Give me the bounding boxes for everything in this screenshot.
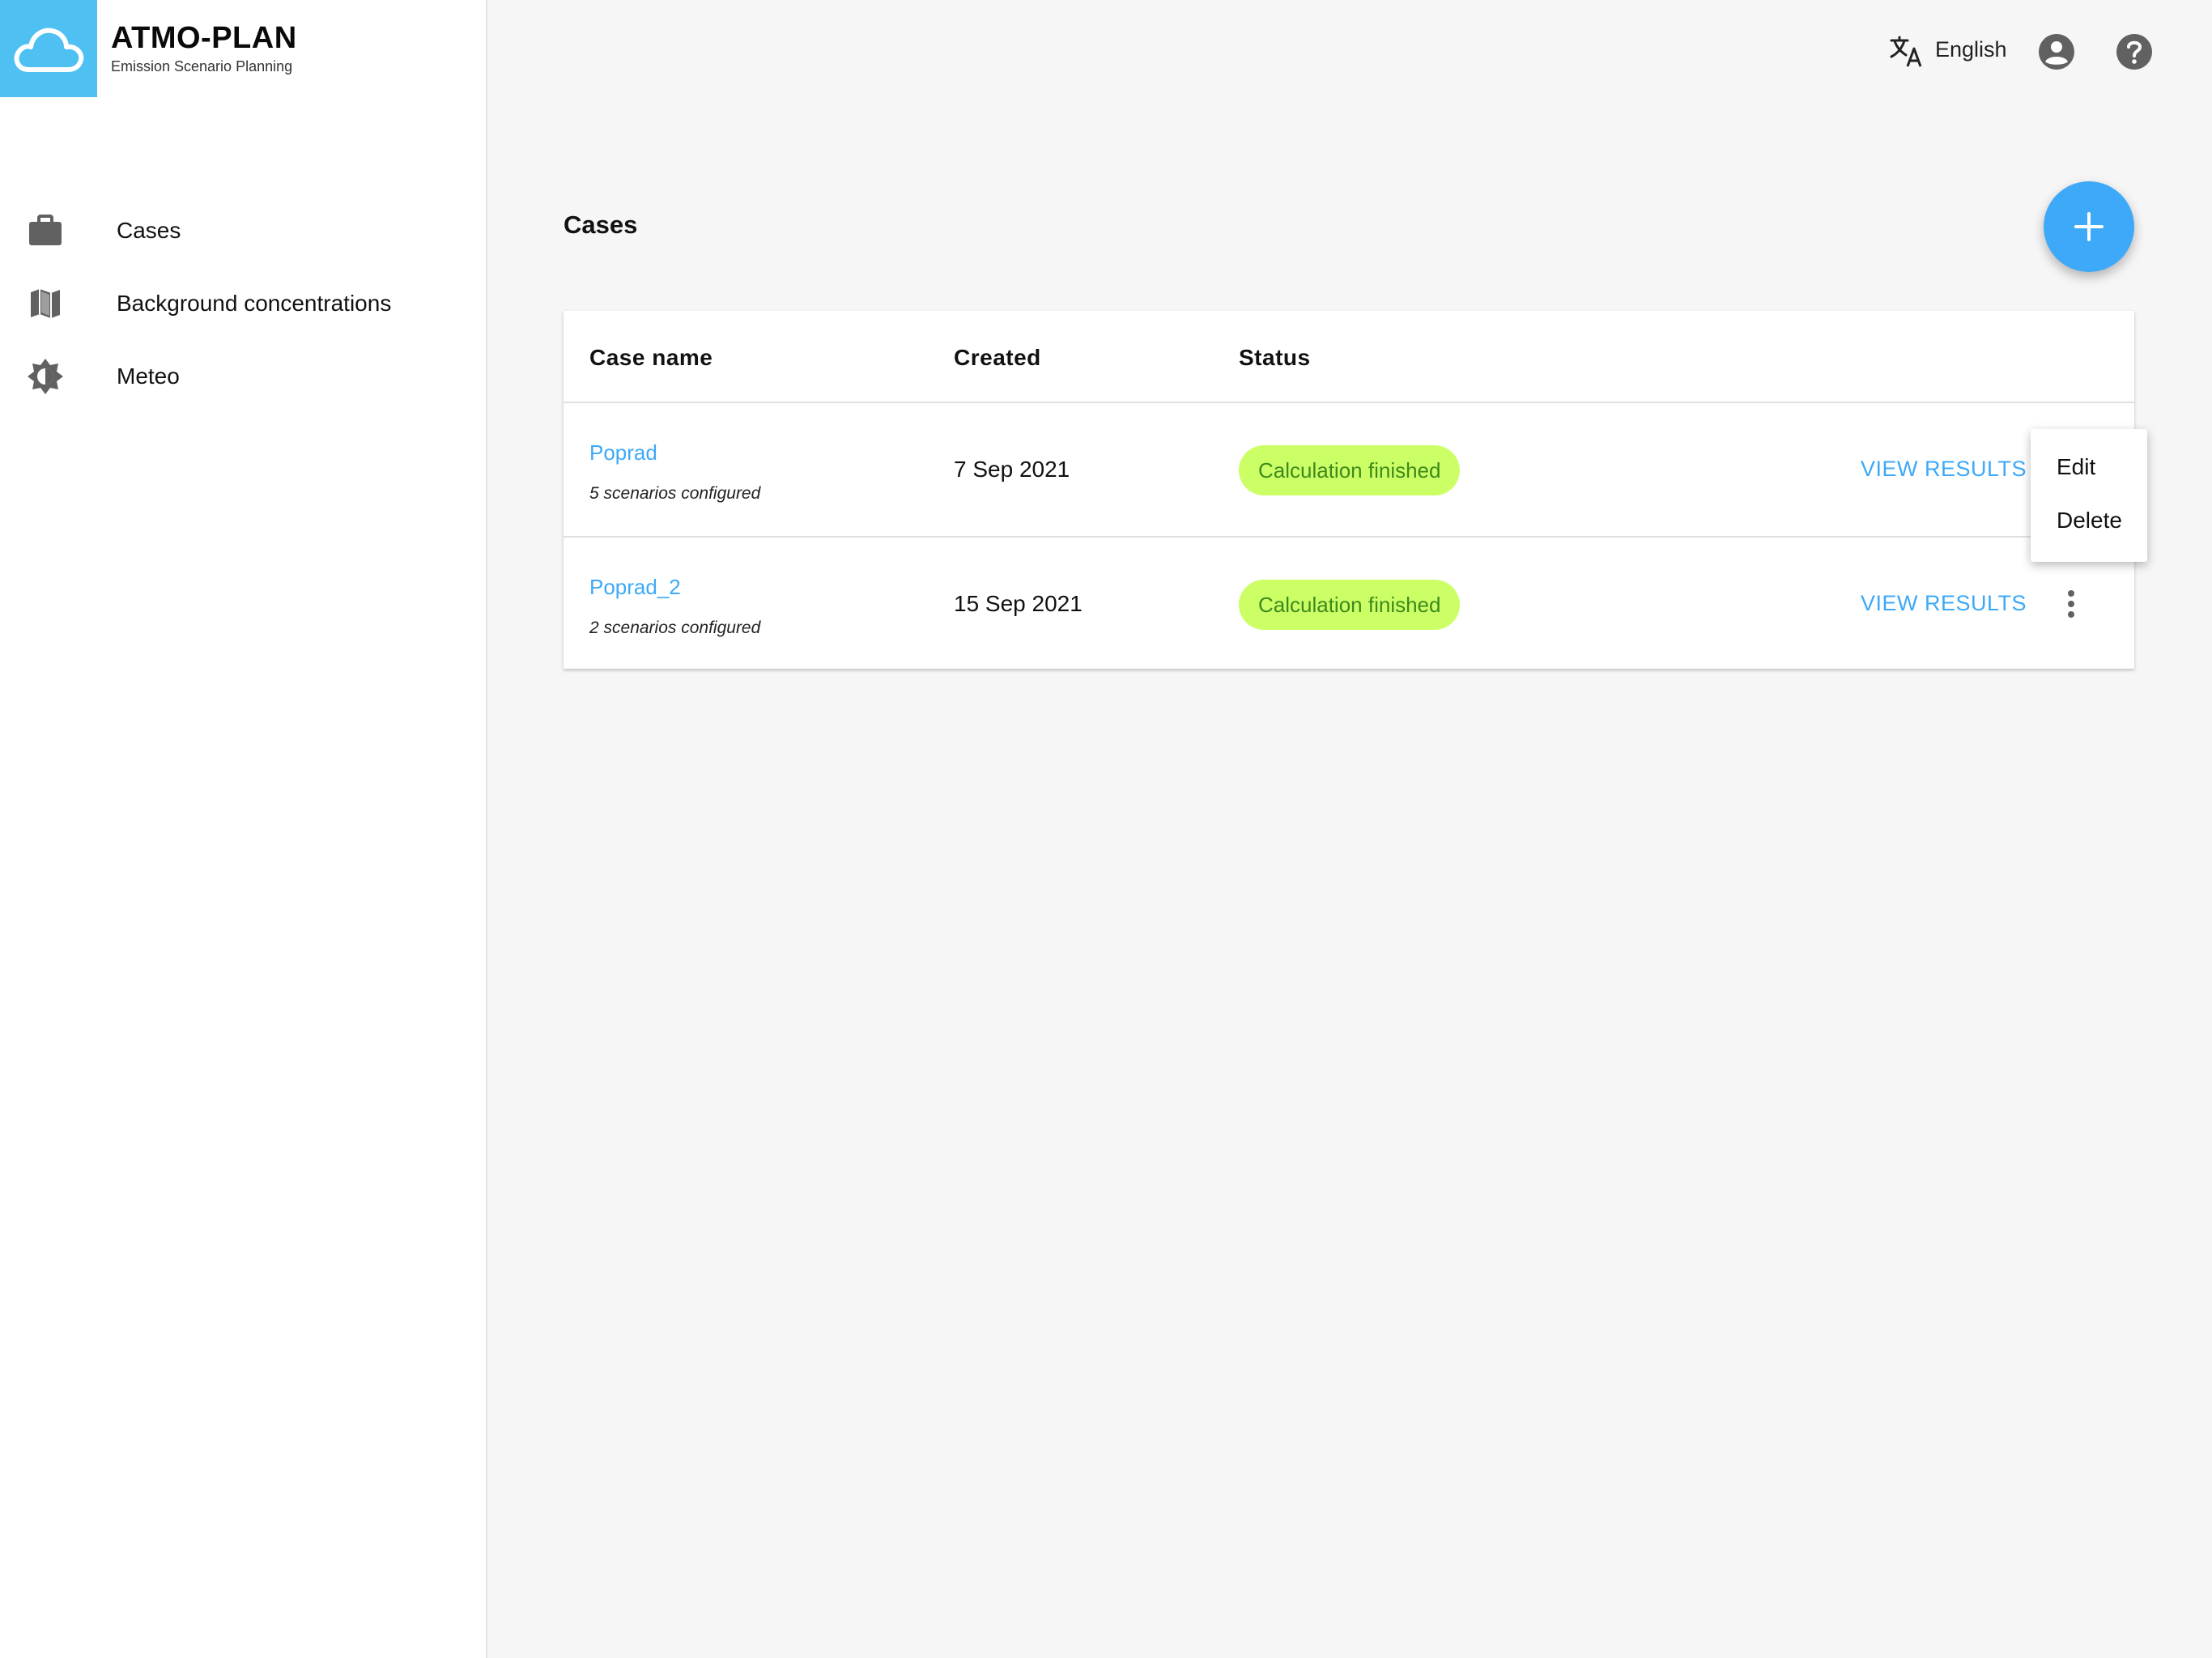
sidebar-item-background-concentrations[interactable]: Background concentrations [0,267,486,340]
case-created-date: 15 Sep 2021 [954,591,1083,616]
status-badge: Calculation finished [1239,445,1461,495]
app-subtitle: Emission Scenario Planning [111,58,293,74]
sidebar-nav: Cases Background concentrations Meteo [0,194,486,413]
plus-icon [2074,212,2104,241]
cases-table: Case name Created Status Poprad 5 scenar… [564,311,2134,669]
table-header: Case name Created Status [564,311,2134,403]
brightness-icon [26,357,65,396]
sidebar-item-cases[interactable]: Cases [0,194,486,267]
view-results-button[interactable]: VIEW RESULTS [1861,457,2027,482]
sidebar: ATMO-PLAN Emission Scenario Planning Cas… [0,0,487,1658]
column-header-case-name: Case name [589,345,713,370]
sidebar-item-meteo[interactable]: Meteo [0,340,486,413]
more-options-button[interactable] [2048,581,2094,627]
sidebar-item-label: Background concentrations [117,291,392,316]
table-row: Poprad_2 2 scenarios configured 15 Sep 2… [564,538,2134,670]
case-name-link[interactable]: Poprad [589,440,657,466]
add-case-button[interactable] [2044,181,2134,272]
menu-item-edit[interactable]: Edit [2031,440,2147,494]
column-header-status: Status [1239,345,1311,370]
case-scenarios-count: 2 scenarios configured [589,619,761,637]
menu-item-delete[interactable]: Delete [2031,494,2147,547]
sidebar-item-label: Cases [117,218,181,243]
row-context-menu: Edit Delete [2031,429,2147,562]
briefcase-icon [26,211,65,250]
language-selector[interactable]: English [1935,37,2007,62]
help-circle-icon[interactable] [2115,32,2154,71]
status-badge: Calculation finished [1239,580,1461,630]
column-header-created: Created [954,345,1041,370]
map-icon [26,284,65,323]
case-created-date: 7 Sep 2021 [954,457,1070,482]
sidebar-item-label: Meteo [117,363,180,389]
app-logo[interactable] [0,0,97,97]
page-title: Cases [564,210,638,239]
case-name-link[interactable]: Poprad_2 [589,575,681,600]
more-vert-icon [2068,590,2074,618]
view-results-button[interactable]: VIEW RESULTS [1861,591,2027,616]
cloud-icon [14,28,84,72]
account-circle-icon[interactable] [2037,32,2076,71]
app-title: ATMO-PLAN [111,21,297,55]
table-row: Poprad 5 scenarios configured 7 Sep 2021… [564,403,2134,538]
translate-icon[interactable] [1888,34,1924,70]
case-scenarios-count: 5 scenarios configured [589,484,761,503]
